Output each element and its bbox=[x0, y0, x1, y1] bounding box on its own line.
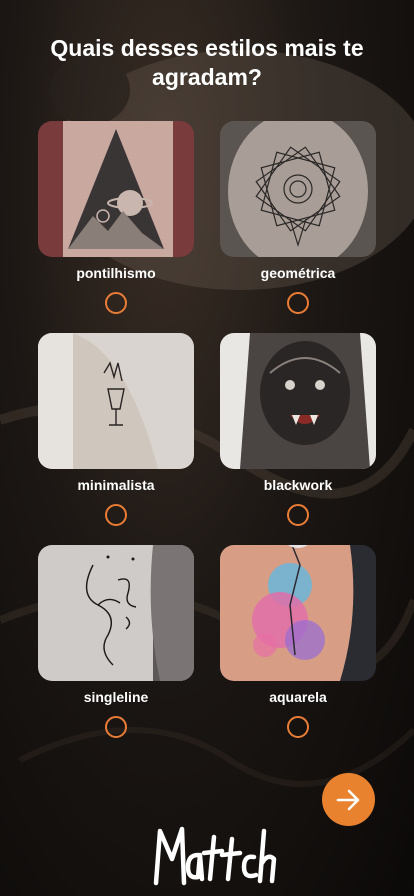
radio-aquarela[interactable] bbox=[287, 716, 309, 738]
style-image-aquarela bbox=[220, 545, 376, 681]
radio-minimalista[interactable] bbox=[105, 504, 127, 526]
style-label: blackwork bbox=[263, 477, 333, 493]
style-label: singleline bbox=[83, 689, 149, 705]
style-card-minimalista[interactable]: minimalista bbox=[38, 333, 194, 526]
radio-singleline[interactable] bbox=[105, 716, 127, 738]
style-label: minimalista bbox=[77, 477, 155, 493]
style-label: geométrica bbox=[260, 265, 336, 281]
style-card-aquarela[interactable]: aquarela bbox=[220, 545, 376, 738]
style-card-singleline[interactable]: singleline bbox=[38, 545, 194, 738]
style-image-pontilhismo bbox=[38, 121, 194, 257]
next-button[interactable] bbox=[322, 773, 375, 826]
style-label: aquarela bbox=[269, 689, 327, 705]
radio-geometrica[interactable] bbox=[287, 292, 309, 314]
brand-logo bbox=[150, 825, 282, 889]
style-image-minimalista bbox=[38, 333, 194, 469]
style-card-pontilhismo[interactable]: pontilhismo bbox=[38, 121, 194, 314]
radio-blackwork[interactable] bbox=[287, 504, 309, 526]
style-image-blackwork bbox=[220, 333, 376, 469]
arrow-right-icon bbox=[336, 789, 359, 810]
style-label: pontilhismo bbox=[76, 265, 156, 281]
style-card-blackwork[interactable]: blackwork bbox=[220, 333, 376, 526]
style-image-geometrica bbox=[220, 121, 376, 257]
style-image-singleline bbox=[38, 545, 194, 681]
style-card-geometrica[interactable]: geométrica bbox=[220, 121, 376, 314]
page-title: Quais desses estilos mais te agradam? bbox=[50, 35, 364, 90]
radio-pontilhismo[interactable] bbox=[105, 292, 127, 314]
